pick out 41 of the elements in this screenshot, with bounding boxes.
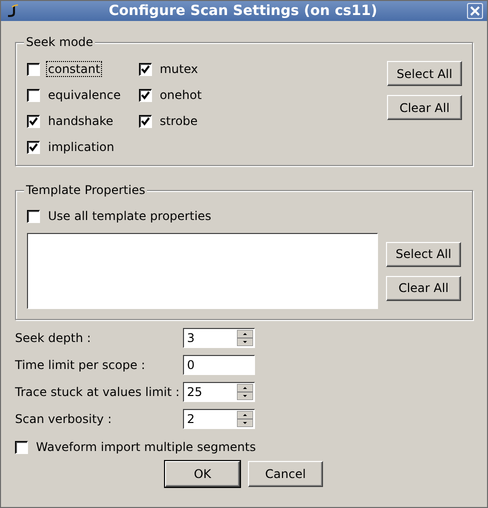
checkbox[interactable]: [138, 62, 152, 76]
checkbox[interactable]: [27, 114, 40, 128]
checkbox[interactable]: [27, 210, 40, 222]
spin-box[interactable]: 3: [183, 328, 255, 348]
app-icon: [5, 4, 19, 18]
close-button[interactable]: [467, 3, 483, 19]
field-label: Trace stuck at values limit :: [15, 385, 181, 399]
checkbox-label[interactable]: mutex: [158, 61, 200, 77]
checkbox-label[interactable]: implication: [46, 139, 116, 155]
button[interactable]: Select All: [386, 242, 461, 266]
checkbox[interactable]: [27, 62, 40, 76]
spinner-arrows-icon: [237, 384, 253, 400]
spinner-arrows-icon: [237, 411, 253, 427]
close-icon: [470, 6, 480, 16]
spin-box[interactable]: 25: [183, 382, 255, 402]
field-label: Scan verbosity :: [15, 412, 113, 426]
group-title: Template Properties: [24, 183, 148, 197]
checkbox-label[interactable]: equivalence: [46, 87, 123, 103]
button[interactable]: Clear All: [386, 276, 461, 300]
checkbox-label[interactable]: Waveform import multiple segments: [34, 439, 258, 455]
button[interactable]: Cancel: [248, 461, 323, 487]
checkbox-label[interactable]: Use all template properties: [46, 208, 214, 224]
checkbox[interactable]: [27, 140, 40, 154]
checkbox[interactable]: [15, 440, 28, 454]
button[interactable]: Clear All: [387, 95, 462, 120]
checkbox[interactable]: [27, 88, 40, 102]
spin-box[interactable]: 2: [183, 409, 255, 429]
window-title: Configure Scan Settings (on cs11): [108, 3, 378, 19]
checkbox-label[interactable]: strobe: [158, 113, 200, 129]
checkbox-label[interactable]: handshake: [46, 113, 116, 129]
input-field[interactable]: 0: [183, 355, 255, 375]
checkbox[interactable]: [138, 88, 152, 102]
button[interactable]: Select All: [387, 61, 462, 86]
button[interactable]: OK: [165, 461, 240, 487]
field-label: Time limit per scope :: [15, 358, 146, 372]
checkbox-label[interactable]: constant: [46, 61, 102, 77]
field-label: Seek depth :: [15, 331, 92, 345]
spinner-arrows-icon: [237, 330, 253, 346]
checkbox-label[interactable]: onehot: [158, 87, 204, 103]
group-title: Seek mode: [24, 35, 96, 49]
checkbox[interactable]: [138, 114, 152, 128]
